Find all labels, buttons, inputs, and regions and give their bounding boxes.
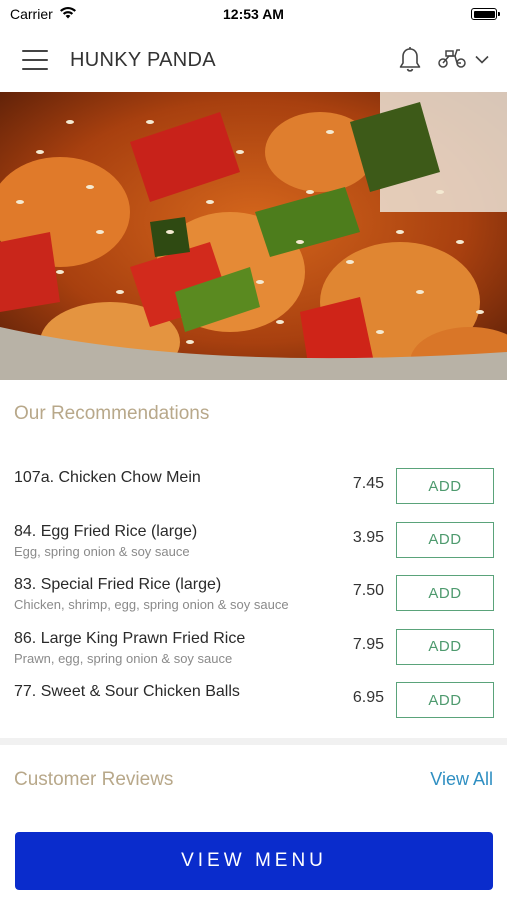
view-all-link[interactable]: View All [430,769,493,790]
list-item: 107a. Chicken Chow Mein 7.45 ADD [0,460,507,514]
item-name: 83. Special Fried Rice (large) [14,576,222,593]
list-item: 83. Special Fried Rice (large) Chicken, … [0,567,507,621]
scooter-icon [437,46,467,75]
carrier-label: Carrier [10,6,53,22]
item-description: Egg, spring onion & soy sauce [14,543,190,559]
item-name: 77. Sweet & Sour Chicken Balls [14,683,240,700]
chevron-down-icon [475,51,489,69]
list-item: 77. Sweet & Sour Chicken Balls 6.95 ADD [0,674,507,728]
app-title: HUNKY PANDA [70,48,216,71]
item-description: Chicken, shrimp, egg, spring onion & soy… [14,597,289,612]
item-price: 7.45 [352,475,384,492]
wifi-icon [59,6,77,22]
battery-icon [471,8,500,20]
food-photo [0,92,507,380]
add-button[interactable]: ADD [396,628,494,665]
recommendations-title: Our Recommendations [14,403,210,424]
add-button[interactable]: ADD [396,468,494,504]
item-name: 86. Large King Prawn Fried Rice [14,629,246,647]
bell-icon[interactable] [397,46,423,74]
item-description: Prawn, egg, spring onion & soy sauce [14,650,233,666]
list-item: 86. Large King Prawn Fried Rice Prawn, e… [0,621,507,675]
recommendations-list: 107a. Chicken Chow Mein 7.45 ADD 84. Egg… [0,460,507,728]
status-bar: Carrier 12:53 AM [0,0,507,28]
item-price: 7.95 [352,635,384,653]
delivery-mode-selector[interactable] [437,46,489,75]
status-left: Carrier [10,6,77,22]
add-button[interactable]: ADD [396,575,494,611]
item-price: 6.95 [352,689,384,706]
list-item: 84. Egg Fried Rice (large) Egg, spring o… [0,514,507,568]
hero-food-image [0,92,507,380]
item-price: 3.95 [352,528,384,546]
header-actions [397,46,489,75]
section-divider [0,738,507,745]
app-header: HUNKY PANDA [0,28,507,92]
item-name: 107a. Chicken Chow Mein [14,469,201,486]
item-name: 84. Egg Fried Rice (large) [14,522,198,540]
add-button[interactable]: ADD [396,682,494,718]
view-menu-button[interactable]: VIEW MENU [15,832,493,890]
item-price: 7.50 [352,582,384,599]
add-button[interactable]: ADD [396,521,494,558]
menu-icon[interactable] [22,50,48,70]
reviews-title: Customer Reviews [14,769,174,790]
